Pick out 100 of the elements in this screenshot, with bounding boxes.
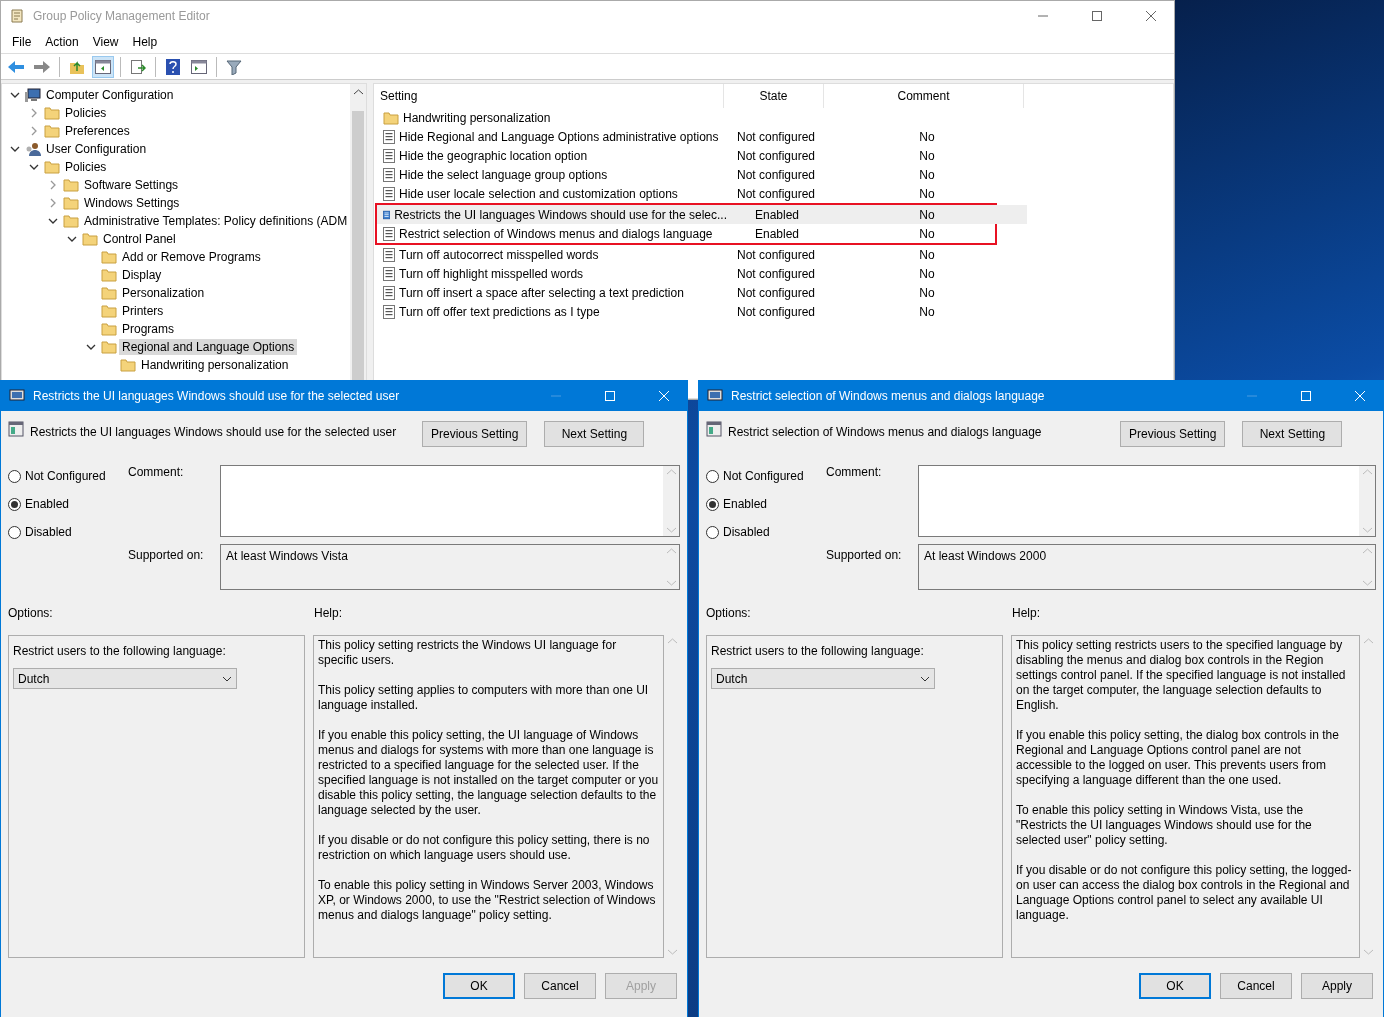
- state-text: Not configured: [737, 129, 816, 144]
- comment-text: No: [919, 207, 935, 222]
- tree-item[interactable]: Preferences: [62, 123, 133, 139]
- setting-name: Turn off insert a space after selecting a text prediction: [399, 285, 684, 300]
- computer-icon: [9, 388, 25, 404]
- policy-icon: [383, 285, 395, 300]
- nav-button[interactable]: Previous Setting: [422, 421, 528, 447]
- tree-item[interactable]: User Configuration: [43, 141, 150, 157]
- policy-row[interactable]: Restrict selection of Windows menus and dialogs language Enabled No: [377, 224, 1027, 243]
- policy-row[interactable]: Restricts the UI languages Windows should use for the selec... Enabled No: [377, 205, 1027, 224]
- tree-item[interactable]: Display: [119, 267, 165, 283]
- tree-item[interactable]: Windows Settings: [81, 195, 183, 211]
- setting-name: Hide Regional and Language Options administrative options: [399, 129, 719, 144]
- policy-row[interactable]: Hide the geographic location option Not configured No: [377, 146, 1173, 165]
- folder-icon: [101, 321, 117, 337]
- tree-item[interactable]: Control Panel: [100, 231, 179, 247]
- show-tree-button[interactable]: [92, 55, 114, 78]
- policy-row[interactable]: Handwriting personalization: [377, 108, 1173, 127]
- nav-button[interactable]: Next Setting: [1242, 421, 1343, 447]
- policy-icon: [383, 266, 395, 281]
- policy-icon: [383, 186, 395, 201]
- language-dropdown[interactable]: Dutch: [13, 668, 237, 689]
- help-paragraph: If you disable or do not configure this policy setting, the logged-on user can access the dialog box controls in the Regional and Language Options control panel to select any available UI language.: [1016, 863, 1353, 923]
- tree-item[interactable]: Handwriting personalization: [138, 357, 292, 373]
- nav-button[interactable]: Previous Setting: [1120, 421, 1226, 447]
- state-text: Not configured: [737, 186, 816, 201]
- computer-icon: [25, 87, 41, 103]
- options-label: Options:: [706, 606, 752, 622]
- setting-name: Hide the select language group options: [399, 167, 608, 182]
- radio-button[interactable]: [8, 469, 21, 483]
- setting-name: Turn off highlight misspelled words: [399, 266, 584, 281]
- policy-heading: Restrict selection of Windows menus and dialogs language: [727, 425, 1043, 439]
- radio-button[interactable]: [8, 525, 21, 539]
- maximize-icon: [605, 391, 615, 401]
- caret-icon: [920, 675, 930, 682]
- tree-item[interactable]: Policies: [62, 105, 110, 121]
- setting-name: Hide user locale selection and customization options: [399, 186, 678, 201]
- policy-row[interactable]: Hide Regional and Language Options administrative options Not configured No: [377, 127, 1173, 146]
- menu-item[interactable]: Action: [38, 35, 86, 49]
- radio-button[interactable]: [706, 469, 719, 483]
- tree-item[interactable]: Printers: [119, 303, 167, 319]
- setting-name: Handwriting personalization: [403, 110, 551, 125]
- comment-text: No: [919, 247, 935, 262]
- dialog-button[interactable]: Cancel: [524, 973, 596, 999]
- close-icon: [659, 391, 669, 401]
- help-paragraph: This policy setting restricts users to the specified language by disabling the menus and dialog box controls in the Region settings control panel. If the specified language is not installed on the target computer, the language selection defaults to English.: [1016, 638, 1347, 713]
- nav-button[interactable]: Next Setting: [544, 421, 645, 447]
- dialog-button[interactable]: Cancel: [1220, 973, 1292, 999]
- policy-row[interactable]: Turn off offer text predictions as I type Not configured No: [377, 302, 1173, 321]
- policy-row[interactable]: Hide the select language group options Not configured No: [377, 165, 1173, 184]
- scroll-up-icon[interactable]: [353, 89, 363, 95]
- menu-item[interactable]: View: [85, 35, 126, 49]
- folder-icon: [44, 159, 60, 175]
- tree-item[interactable]: Regional and Language Options: [119, 339, 298, 355]
- setting-name: Restricts the UI languages Windows should use for the selec...: [394, 207, 727, 222]
- folder-icon: [101, 249, 117, 265]
- tree-item[interactable]: Programs: [119, 321, 177, 337]
- state-text: Enabled: [755, 207, 800, 222]
- computer-icon: [707, 388, 723, 404]
- comment-text: No: [919, 266, 935, 281]
- state-text: Not configured: [737, 148, 816, 163]
- policy-row[interactable]: Turn off insert a space after selecting a text prediction Not configured No: [377, 283, 1173, 302]
- folder-icon: [101, 303, 117, 319]
- dialog-button[interactable]: OK: [1139, 973, 1211, 999]
- radio-button[interactable]: [706, 525, 719, 539]
- option-label: Restrict users to the following language:: [13, 644, 227, 658]
- policy-row[interactable]: Turn off autocorrect misspelled words Not configured No: [377, 245, 1173, 264]
- radio-label: Disabled: [25, 525, 72, 539]
- column-header[interactable]: State: [724, 84, 824, 108]
- menu-item[interactable]: Help: [125, 35, 165, 49]
- radio-button[interactable]: [706, 497, 719, 511]
- options-label: Options:: [8, 606, 54, 622]
- radio-button[interactable]: [8, 497, 21, 511]
- policy-row[interactable]: Hide user locale selection and customization options Not configured No: [377, 184, 1173, 203]
- state-text: Not configured: [737, 266, 816, 281]
- policy-settings-icon: [706, 421, 722, 437]
- state-text: Not configured: [737, 247, 816, 262]
- setting-name: Restrict selection of Windows menus and dialogs language: [399, 226, 713, 241]
- policy-row[interactable]: Turn off highlight misspelled words Not configured No: [377, 264, 1173, 283]
- tree-item[interactable]: Administrative Templates: Policy definitions (ADM: [81, 213, 351, 229]
- comment-text: No: [919, 167, 935, 182]
- help-paragraph: If you enable this policy setting, the UI language of Windows menus and dialogs for systems with more than one language is restricted to a specified language for the selected user. If the specified language is not installed on the target computer or you disable this policy setting, the language selection defaults to the language selected by the user.: [318, 728, 659, 818]
- close-icon: [1146, 11, 1156, 21]
- tree-item[interactable]: Add or Remove Programs: [119, 249, 264, 265]
- dialog-button[interactable]: Apply: [1301, 973, 1373, 999]
- help-paragraph: This policy setting restricts the Windows UI language for specific users.: [318, 638, 618, 668]
- dialog-title: Restricts the UI languages Windows should use for the selected user: [33, 389, 401, 403]
- policy-icon: [383, 207, 391, 222]
- tree-item[interactable]: Policies: [62, 159, 110, 175]
- help-paragraph: To enable this policy setting in Windows Server 2003, Windows XP, or Windows 2000, to use the "Restrict selection of Windows menus and dialogs language" policy setting.: [318, 878, 657, 923]
- menu-item[interactable]: File: [5, 35, 39, 49]
- column-header[interactable]: Setting: [374, 84, 724, 108]
- dialog-button[interactable]: OK: [443, 973, 515, 999]
- language-dropdown[interactable]: Dutch: [711, 668, 935, 689]
- policy-heading: Restricts the UI languages Windows should use for the selected user: [29, 425, 398, 439]
- radio-label: Disabled: [723, 525, 770, 539]
- tree-item[interactable]: Computer Configuration: [43, 87, 177, 103]
- tree-item[interactable]: Personalization: [119, 285, 208, 301]
- tree-item[interactable]: Software Settings: [81, 177, 182, 193]
- column-header[interactable]: Comment: [824, 84, 1024, 108]
